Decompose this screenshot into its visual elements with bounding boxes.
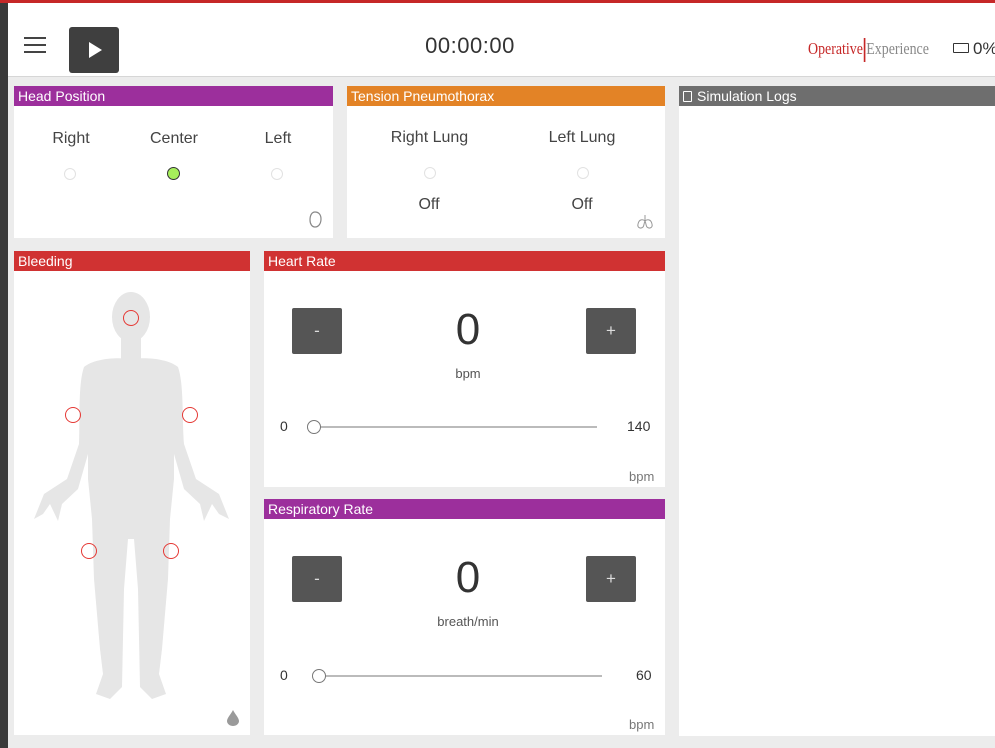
respiratory-rate-panel: Respiratory Rate - 0 breath/min + 0 60 b…: [264, 499, 665, 735]
brand-primary: Operative: [808, 38, 863, 58]
tension-pneumothorax-panel: Tension Pneumothorax Right Lung Left Lun…: [347, 86, 665, 238]
right-lung-status: Off: [418, 196, 440, 213]
left-edge-bar: [0, 3, 8, 748]
battery-icon: [953, 43, 969, 53]
respiratory-rate-title: Respiratory Rate: [264, 499, 665, 519]
human-body-figure: [34, 292, 229, 699]
heart-rate-title: Heart Rate: [264, 251, 665, 271]
head-option-right-label: Right: [52, 130, 90, 147]
play-button[interactable]: [69, 27, 119, 73]
head-option-center-label: Center: [149, 130, 199, 147]
heart-rate-footer-unit: bpm: [629, 469, 655, 484]
left-lung-radio[interactable]: [577, 167, 589, 179]
blood-drop-icon: [227, 710, 239, 726]
head-option-center-radio[interactable]: [167, 167, 180, 180]
left-lung-status: Off: [571, 196, 593, 213]
simulation-logs-title: Simulation Logs: [697, 88, 797, 104]
heart-rate-increment-button[interactable]: +: [586, 308, 636, 354]
bleeding-site-left-arm[interactable]: [182, 407, 198, 423]
respiratory-rate-value: 0: [455, 553, 481, 602]
right-lung-label: Right Lung: [390, 129, 469, 146]
app-window: 00:00:00 OperativeExperience 0% Head Pos…: [0, 0, 995, 748]
header-bar: 00:00:00 OperativeExperience 0%: [8, 3, 995, 77]
head-icon: [309, 211, 322, 228]
respiratory-rate-decrement-button[interactable]: -: [292, 556, 342, 602]
bleeding-panel: Bleeding: [14, 251, 250, 735]
respiratory-rate-slider-track[interactable]: [319, 675, 602, 677]
brand-separator: [863, 38, 866, 62]
head-option-right-radio[interactable]: [64, 168, 76, 180]
clipboard-icon: [683, 91, 692, 102]
heart-rate-decrement-button[interactable]: -: [292, 308, 342, 354]
respiratory-rate-unit: breath/min: [437, 614, 499, 629]
heart-rate-slider-track[interactable]: [314, 426, 597, 428]
head-position-title: Head Position: [14, 86, 333, 106]
left-lung-label: Left Lung: [548, 129, 616, 146]
heart-rate-slider-min: 0: [280, 418, 288, 434]
respiratory-rate-slider-max: 60: [636, 667, 652, 683]
heart-rate-slider-max: 140: [627, 418, 651, 434]
lungs-icon: [637, 215, 653, 229]
right-lung-radio[interactable]: [424, 167, 436, 179]
respiratory-rate-increment-button[interactable]: +: [586, 556, 636, 602]
hamburger-menu-icon[interactable]: [24, 37, 46, 55]
bleeding-site-head[interactable]: [123, 310, 139, 326]
battery-level: 0%: [973, 39, 995, 58]
heart-rate-value: 0: [455, 305, 481, 354]
brand-secondary: Experience: [866, 38, 929, 58]
heart-rate-panel: Heart Rate - 0 bpm + 0 140 bpm: [264, 251, 665, 487]
head-position-panel: Head Position Right Center Left: [14, 86, 333, 238]
respiratory-rate-slider-min: 0: [280, 667, 288, 683]
respiratory-rate-footer-unit: bpm: [629, 717, 655, 732]
respiratory-rate-slider-thumb[interactable]: [312, 669, 326, 683]
head-option-left-radio[interactable]: [271, 168, 283, 180]
bleeding-title: Bleeding: [14, 251, 250, 271]
simulation-logs-panel: Simulation Logs: [679, 86, 995, 736]
bleeding-site-right-arm[interactable]: [65, 407, 81, 423]
bleeding-site-left-leg[interactable]: [163, 543, 179, 559]
head-option-left-label: Left: [264, 130, 292, 147]
bleeding-site-right-leg[interactable]: [81, 543, 97, 559]
battery-status: 0%: [953, 39, 995, 59]
heart-rate-slider-thumb[interactable]: [307, 420, 321, 434]
heart-rate-unit: bpm: [455, 366, 481, 381]
tension-pneumothorax-title: Tension Pneumothorax: [347, 86, 665, 106]
simulation-logs-header: Simulation Logs: [679, 86, 995, 106]
simulation-timer: 00:00:00: [425, 33, 515, 58]
brand-logo: Operative Experience: [808, 38, 929, 62]
